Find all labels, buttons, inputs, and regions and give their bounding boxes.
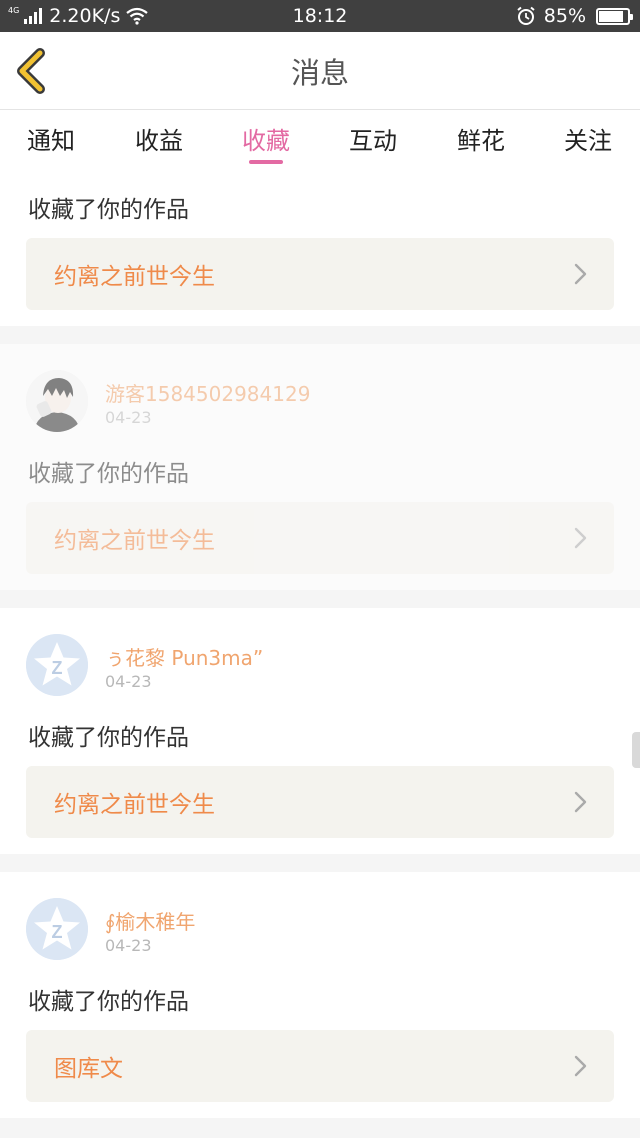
- work-link[interactable]: 约离之前世今生: [26, 502, 614, 574]
- status-bar: 4G 2.20K/s 18:12 85%: [0, 0, 640, 32]
- anime-boy-avatar-icon: [26, 370, 88, 432]
- tab-label: 鲜花: [457, 126, 505, 155]
- scrollbar-thumb[interactable]: [632, 732, 640, 768]
- action-text: 收藏了你的作品: [28, 725, 189, 751]
- wifi-icon: [126, 7, 149, 25]
- header: 消息: [0, 32, 640, 110]
- work-link[interactable]: 约离之前世今生: [26, 238, 614, 310]
- battery-icon: [596, 7, 633, 25]
- tab-label: 收益: [135, 126, 183, 155]
- work-title: 约离之前世今生: [54, 792, 215, 818]
- status-right: 85%: [516, 0, 633, 32]
- tab-following[interactable]: 关注: [543, 110, 633, 166]
- network-type-label: 4G: [8, 6, 20, 15]
- work-title: 约离之前世今生: [54, 528, 215, 554]
- signal-icon: [24, 8, 43, 24]
- message-list[interactable]: 收藏了你的作品 约离之前世今生 游客1584502984129 04-23 收藏…: [0, 166, 640, 1138]
- active-tab-indicator: [249, 160, 283, 164]
- tab-earnings[interactable]: 收益: [114, 110, 204, 166]
- default-star-avatar-icon: Z: [26, 898, 88, 960]
- svg-text:Z: Z: [52, 922, 63, 942]
- message-date: 04-23: [105, 672, 152, 691]
- tab-notifications[interactable]: 通知: [6, 110, 96, 166]
- message-card: 游客1584502984129 04-23 收藏了你的作品 约离之前世今生: [0, 344, 640, 590]
- tab-label: 互动: [349, 126, 397, 155]
- back-button[interactable]: [14, 48, 58, 94]
- back-arrow-icon: [17, 48, 45, 94]
- username[interactable]: ぅ花黎 Pun3ma”: [105, 642, 263, 671]
- work-title: 约离之前世今生: [54, 264, 215, 290]
- chevron-right-icon: [574, 263, 587, 285]
- message-card: Z ∮榆木稚年 04-23 收藏了你的作品 图库文: [0, 872, 640, 1118]
- action-text: 收藏了你的作品: [28, 989, 189, 1015]
- page-title: 消息: [290, 56, 349, 90]
- tab-flowers[interactable]: 鲜花: [436, 110, 526, 166]
- avatar[interactable]: Z: [26, 634, 88, 696]
- message-date: 04-23: [105, 936, 152, 955]
- svg-text:Z: Z: [52, 658, 63, 678]
- tab-bar: 通知 收益 收藏 互动 鲜花 关注: [0, 110, 640, 166]
- tab-favorites[interactable]: 收藏: [221, 110, 311, 166]
- avatar[interactable]: Z: [26, 898, 88, 960]
- status-left: 4G 2.20K/s: [8, 0, 149, 32]
- avatar[interactable]: [26, 370, 88, 432]
- action-text: 收藏了你的作品: [28, 197, 189, 223]
- chevron-right-icon: [574, 791, 587, 813]
- chevron-right-icon: [574, 527, 587, 549]
- action-text: 收藏了你的作品: [28, 461, 189, 487]
- tab-label: 关注: [564, 126, 612, 155]
- username[interactable]: ∮榆木稚年: [105, 906, 195, 935]
- chevron-right-icon: [574, 1055, 587, 1077]
- work-link[interactable]: 约离之前世今生: [26, 766, 614, 838]
- message-date: 04-23: [105, 408, 152, 427]
- network-speed: 2.20K/s: [49, 5, 121, 27]
- message-card: Z ぅ花黎 Pun3ma” 04-23 收藏了你的作品 约离之前世今生: [0, 608, 640, 854]
- work-link[interactable]: 图库文: [26, 1030, 614, 1102]
- battery-level: [599, 10, 623, 22]
- work-title: 图库文: [54, 1056, 123, 1082]
- tab-label: 通知: [27, 126, 75, 155]
- alarm-icon: [517, 6, 535, 25]
- username[interactable]: 游客1584502984129: [105, 378, 310, 407]
- tab-label: 收藏: [242, 126, 290, 155]
- battery-percent: 85%: [543, 5, 586, 27]
- default-star-avatar-icon: Z: [26, 634, 88, 696]
- message-card: 收藏了你的作品 约离之前世今生: [0, 166, 640, 326]
- clock: 18:12: [292, 5, 348, 27]
- tab-interactions[interactable]: 互动: [328, 110, 418, 166]
